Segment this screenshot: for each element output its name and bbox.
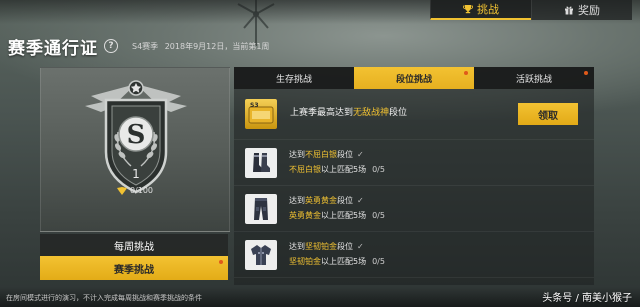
task-progress: 0/5 [372,211,385,220]
list-item: 达到英勇黄金段位 ✓ 英勇黄金以上匹配5场 0/5 [234,186,594,232]
tab-challenge[interactable]: 挑战 [430,0,531,20]
claim-button[interactable]: 领取 [518,103,578,125]
task-requirement: 不屈白银以上匹配5场 0/5 [289,164,385,175]
reward-text-prefix: 上赛季最高达到 [290,108,354,118]
notification-dot [219,260,223,264]
tab-rank-label: 段位挑战 [395,74,432,85]
task-req-suffix: 以上匹配5场 [321,165,367,174]
task-reward-thumb [245,194,277,224]
tab-challenge-label: 挑战 [477,3,499,16]
season-emblem-panel: S 1 0/100 每周挑战 赛季挑战 [40,67,230,280]
task-goal-suffix: 段位 [337,196,353,205]
task-requirement: 英勇黄金以上匹配5场 0/5 [289,210,385,221]
task-goal-prefix: 达到 [289,150,305,159]
check-icon: ✓ [357,196,364,205]
tab-reward-label: 奖励 [578,4,600,17]
task-goal-prefix: 达到 [289,242,305,251]
check-icon: ✓ [357,150,364,159]
reward-text-suffix: 段位 [389,108,408,118]
badge-label: S3 [250,102,259,109]
season-label: S4赛季 [132,41,159,51]
weekly-challenge-button[interactable]: 每周挑战 [40,234,228,256]
list-item: S3 上赛季最高达到无敌战神段位 领取 [234,91,594,140]
task-req-suffix: 以上匹配5场 [321,257,367,266]
page-title: 赛季通行证 [8,38,98,59]
points-display: 0/100 [41,186,229,195]
task-goal-rank: 坚韧铂金 [305,242,337,251]
task-req-rank: 坚韧铂金 [289,257,321,266]
tab-survival-label: 生存挑战 [275,74,312,85]
season-challenge-button[interactable]: 赛季挑战 [40,256,228,280]
task-goal-prefix: 达到 [289,196,305,205]
season-emblem-icon: S 1 [85,80,187,194]
task-goal-rank: 英勇黄金 [305,196,337,205]
task-req-rank: 不屈白银 [289,165,321,174]
boots-icon [253,153,270,172]
tab-active[interactable]: 活跃挑战 [474,67,594,89]
reward-task-text: 上赛季最高达到无敌战神段位 [290,105,407,118]
check-icon: ✓ [357,242,364,251]
watermark: 头条号 / 南美小猴子 [542,293,632,304]
task-reward-thumb [245,148,277,178]
claim-button-label: 领取 [538,110,558,122]
reward-text-highlight: 无敌战神 [353,108,390,118]
tab-rank[interactable]: 段位挑战 [354,67,474,89]
task-progress: 0/5 [372,257,385,266]
task-reward-thumb [245,240,277,270]
task-goal: 达到坚韧铂金段位 ✓ [289,241,364,252]
jacket-icon [251,245,271,265]
notification-dot [464,71,468,75]
emblem-card: S 1 0/100 [40,67,230,232]
emblem-letter: S [127,120,146,150]
gold-card-icon: S3 [248,102,274,124]
rank-points-icon [116,186,127,195]
weekly-challenge-label: 每周挑战 [114,241,154,253]
task-goal-suffix: 段位 [337,242,353,251]
footer-note: 在房间模式进行的演习，不计入完成每周挑战和赛季挑战的条件 [6,294,202,302]
trophy-icon [463,5,473,14]
season-challenge-label: 赛季挑战 [114,264,154,276]
task-list: S3 上赛季最高达到无敌战神段位 领取 达到不屈白银段位 ✓ 不屈白银以上匹配5… [234,91,594,278]
task-req-rank: 英勇黄金 [289,211,321,220]
tab-survival[interactable]: 生存挑战 [234,67,354,89]
emblem-level: 1 [132,167,140,181]
task-goal: 达到不屈白银段位 ✓ [289,149,364,160]
season-info: S4赛季 2018年9月12日，当前第1周 [132,41,273,52]
season-date: 2018年9月12日，当前第1周 [164,41,270,51]
task-req-suffix: 以上匹配5场 [321,211,367,220]
subtab-bar: 生存挑战 段位挑战 活跃挑战 [234,67,594,89]
notification-dot [584,71,588,75]
gift-icon [565,6,573,15]
challenge-panel: 生存挑战 段位挑战 活跃挑战 S3 上赛季最高达到无敌战神段位 领取 达到不屈白… [234,67,594,285]
points-value: 0/100 [129,186,154,195]
top-tab-bar: 挑战 奖励 [430,0,632,20]
header: 赛季通行证 ? S4赛季 2018年9月12日，当前第1周 [8,36,273,59]
tab-reward[interactable]: 奖励 [531,0,632,20]
tab-active-label: 活跃挑战 [515,74,552,85]
task-goal-rank: 不屈白银 [305,150,337,159]
task-goal: 达到英勇黄金段位 ✓ [289,195,364,206]
reward-badge: S3 [245,99,277,129]
task-progress: 0/5 [372,165,385,174]
pants-icon [254,198,268,220]
list-item: 达到不屈白银段位 ✓ 不屈白银以上匹配5场 0/5 [234,140,594,186]
help-icon[interactable]: ? [104,39,118,53]
list-item: 达到坚韧铂金段位 ✓ 坚韧铂金以上匹配5场 0/5 [234,232,594,278]
task-requirement: 坚韧铂金以上匹配5场 0/5 [289,256,385,267]
task-goal-suffix: 段位 [337,150,353,159]
